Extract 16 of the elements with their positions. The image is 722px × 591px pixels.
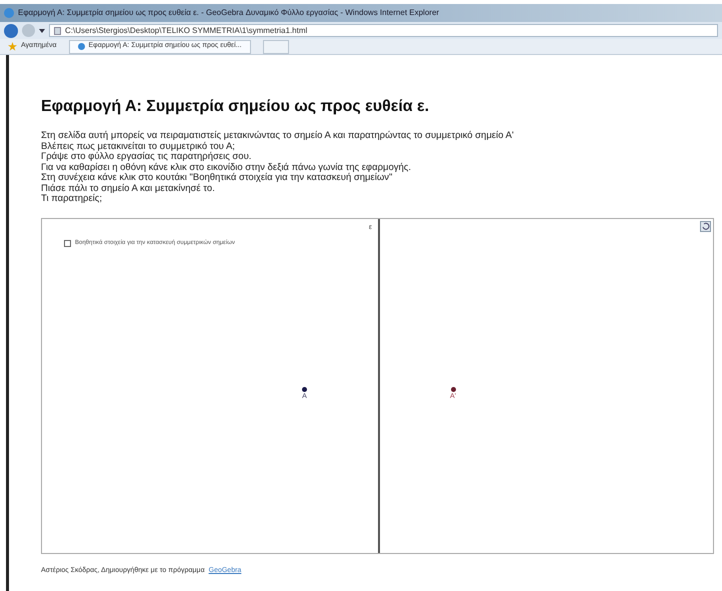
page-heading: Εφαρμογή Α: Συμμετρία σημείου ως προς ευθεία ε. [41,97,430,117]
checkbox[interactable] [64,240,71,246]
instruction-text: Γράψε στο φύλλο εργασίας τις παρατηρήσεις σου. [41,152,252,162]
instruction-text: Βλέπεις πως μετακινείται το συμμετρικό του Α; [41,142,236,152]
instruction-text: Στη συνέχεια κάνε κλικ στο κουτάκι "Βοηθητικά στοιχεία για την κατασκευή σημείων" [41,173,392,184]
instruction-text: Τι παρατηρείς; [41,194,104,204]
instruction-text: Πιάσε πάλι το σημείο Α και μετακίνησέ το. [41,184,216,194]
dropdown-icon[interactable] [39,28,45,32]
instruction-text: Στη σελίδα αυτή μπορείς να πειραματιστείς μετακινώντας το σημείο Α και παρατηρώντας το συμμετρικό σημείο Α' [41,131,515,142]
address-field[interactable]: C:\Users\Stergios\Desktop\TELIKO SYMMETRIA\1\symmetria1.html [49,24,718,37]
reset-icon[interactable] [700,220,711,232]
back-button[interactable] [4,24,18,38]
instruction-text: Για να καθαρίσει η οθόνη κάνε κλικ στο εικονίδιο στην δεξιά πάνω γωνία της εφαρμογής. [41,162,412,172]
page-icon [54,26,61,34]
star-icon [8,42,17,51]
window-title: Εφαρμογή Α: Συμμετρία σημείου ως προς ευθεία ε. - GeoGebra Δυναμικό Φύλλο εργασίας - Windows Internet Explorer [18,7,440,19]
